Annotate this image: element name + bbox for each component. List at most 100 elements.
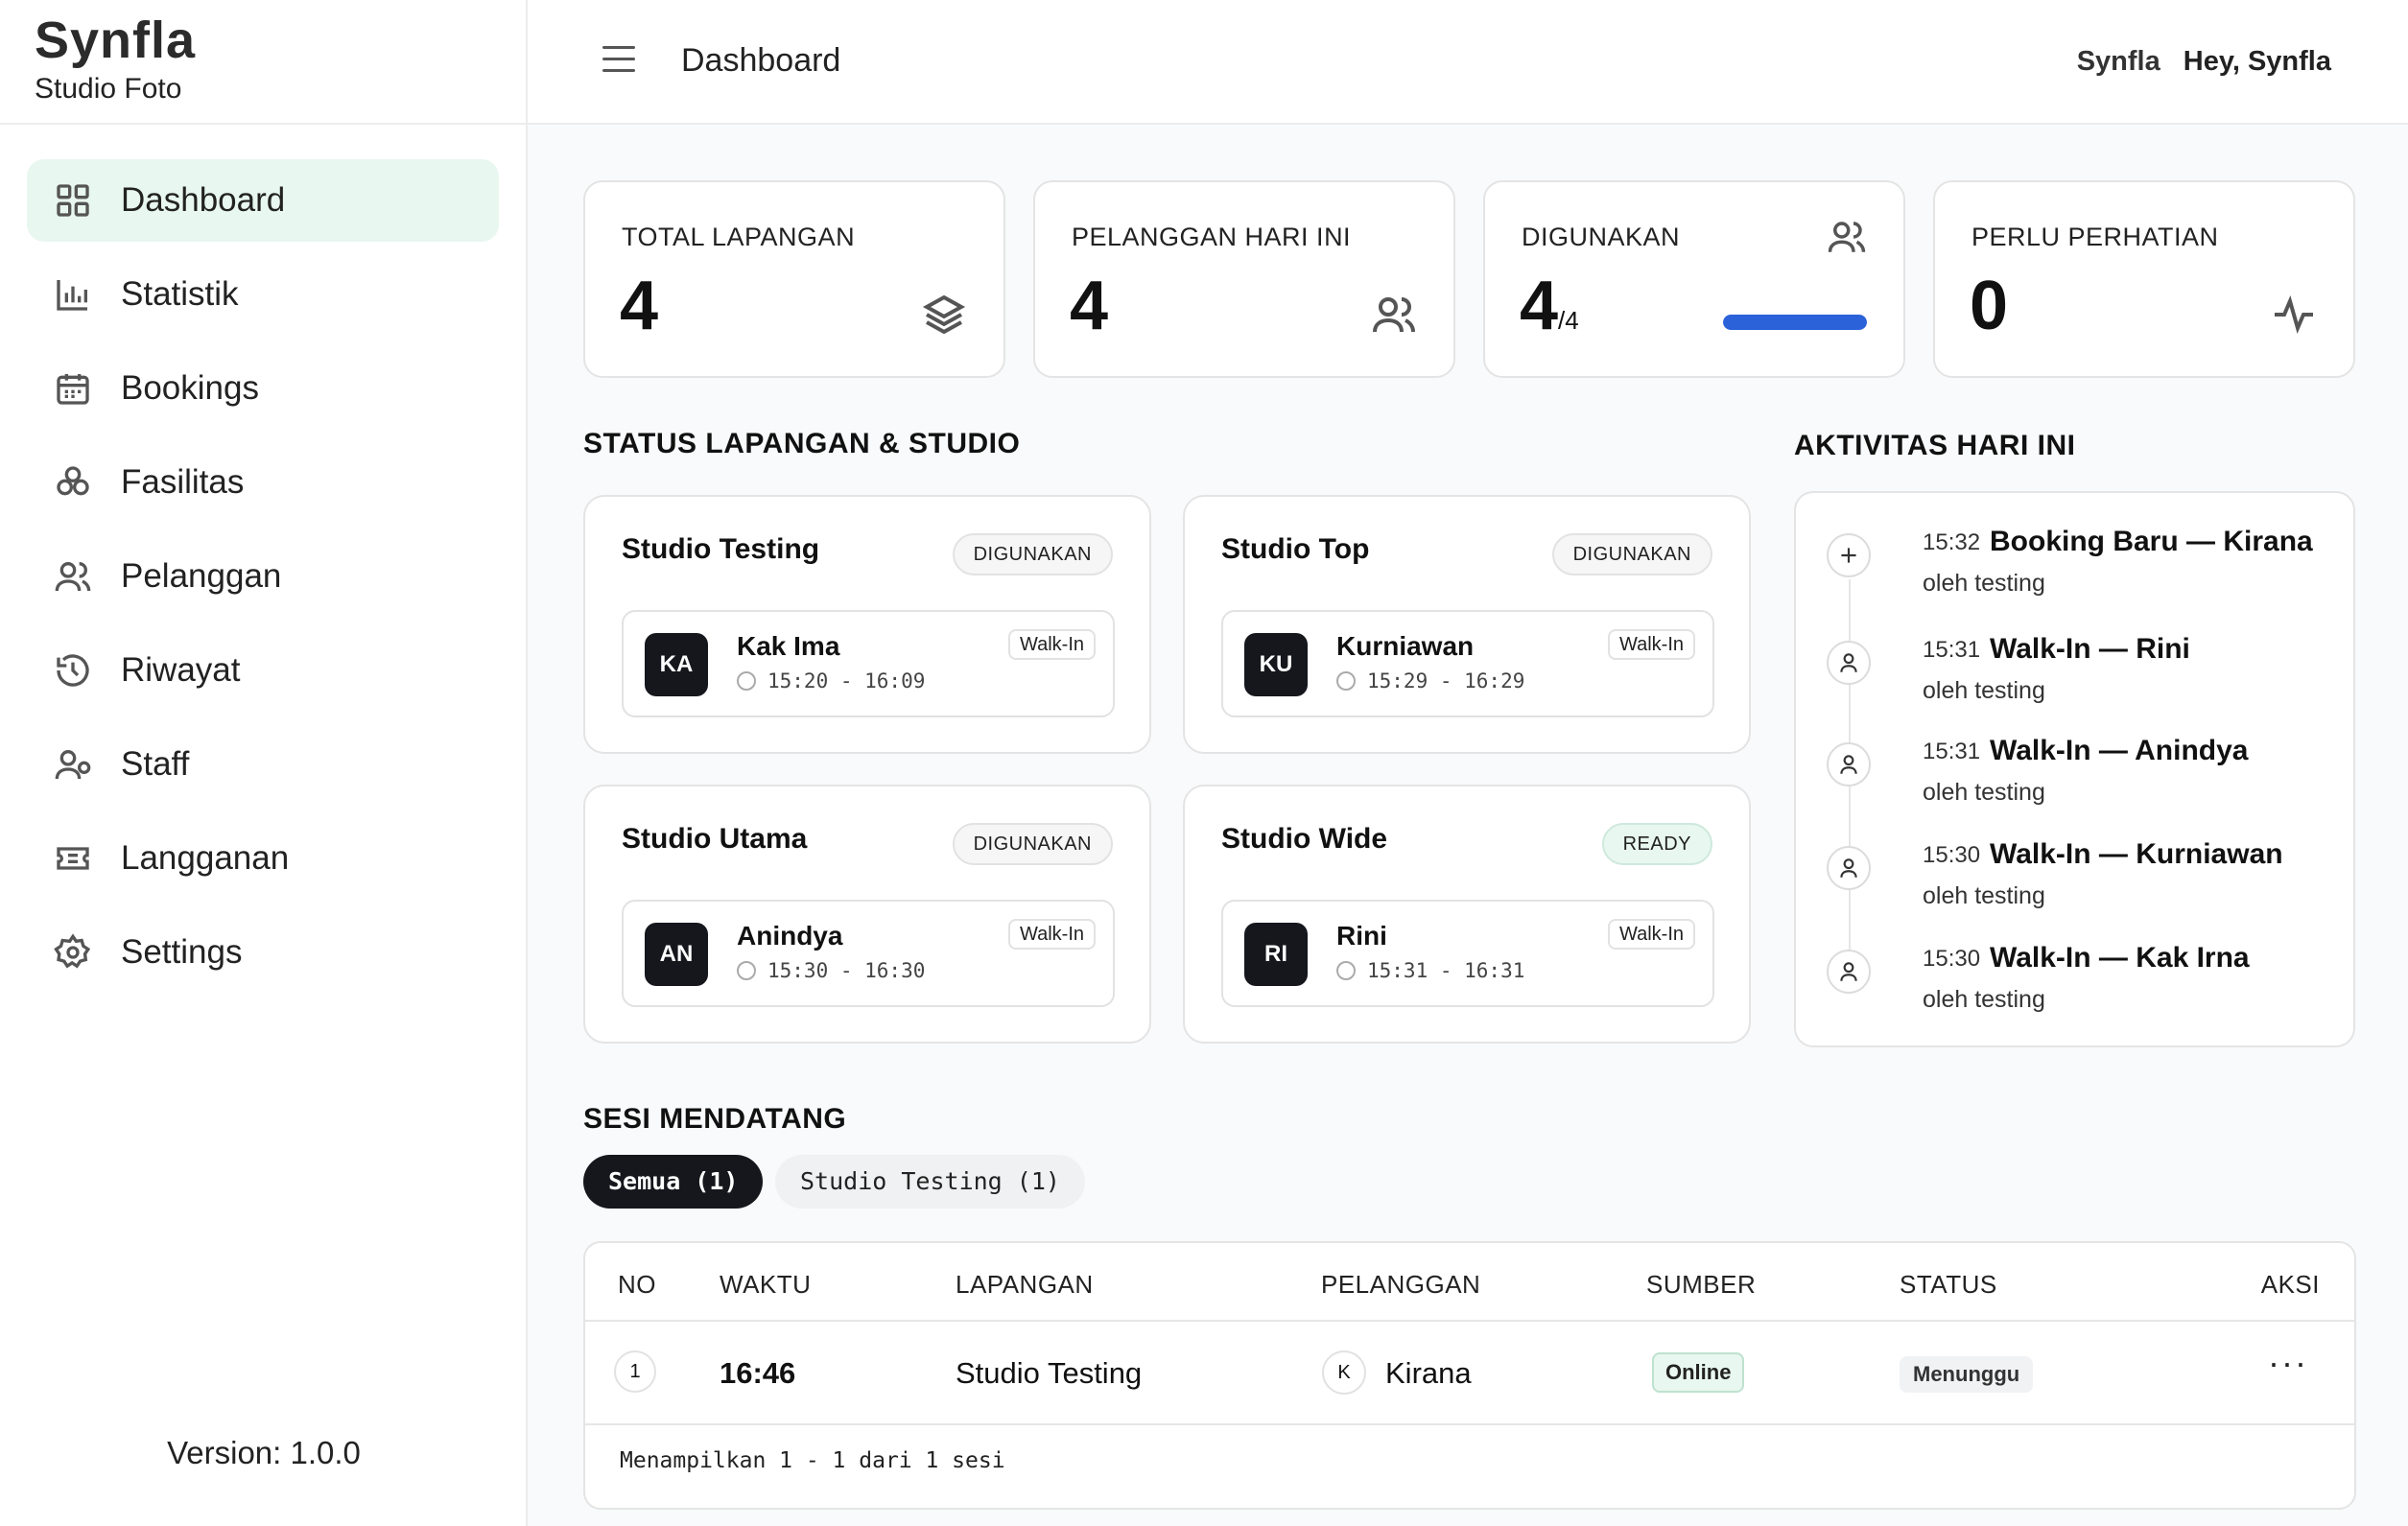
studio-card[interactable]: Studio Utama DIGUNAKAN AN Anindya 15:30 … [583,785,1151,1044]
sidebar-item-label: Statistik [121,275,239,313]
booking-time-text: 15:29 - 16:29 [1367,669,1525,693]
menu-toggle-icon[interactable] [602,46,635,75]
stat-value-total: /4 [1558,306,1579,335]
stat-label: DIGUNAKAN [1522,223,1681,251]
stat-card-total-lapangan: TOTAL LAPANGAN 4 [583,180,1005,378]
customer-name: Kak Ima [737,631,840,661]
column-header: LAPANGAN [956,1270,1094,1299]
clock-icon [1336,961,1356,980]
sidebar-item-dashboard[interactable]: Dashboard [27,159,499,242]
activity-by: oleh testing [1923,677,2045,704]
sessions-table: NO WAKTU LAPANGAN PELANGGAN SUMBER STATU… [583,1241,2356,1510]
user-icon [1827,641,1871,685]
gear-icon [54,933,92,972]
bar-chart-icon [54,275,92,314]
activity-time: 15:31 [1923,739,1981,764]
avatar: RI [1244,923,1308,986]
stat-value-number: 4 [1520,268,1559,344]
activity-title: Walk-In — Kak Irna [1990,942,2250,974]
brand: Synfla Studio Foto [0,0,526,125]
sessions-section-title: SESI MENDATANG [583,1103,847,1135]
user-greeting[interactable]: Synfla Hey, Synfla [2077,46,2331,78]
booking-time-text: 15:30 - 16:30 [767,959,926,982]
sidebar-item-bookings[interactable]: Bookings [27,347,499,430]
status-badge: DIGUNAKAN [952,533,1113,575]
studio-card[interactable]: Studio Top DIGUNAKAN KU Kurniawan 15:29 … [1183,495,1751,754]
usage-progress-fill [1723,315,1867,330]
activity-title: Walk-In — Kurniawan [1990,838,2283,870]
users-icon [1371,292,1417,338]
grid-icon [54,181,92,220]
sidebar-item-staff[interactable]: Staff [27,723,499,806]
sidebar-item-label: Staff [121,745,190,783]
usage-progress-bar [1723,315,1867,330]
booking-time: 15:29 - 16:29 [1336,669,1524,693]
booking-time-text: 15:20 - 16:09 [767,669,926,693]
stat-label: PERLU PERHATIAN [1971,223,2219,251]
studio-name: Studio Testing [622,533,820,565]
session-time: 16:46 [720,1356,796,1390]
source-tag: Walk-In [1007,919,1096,950]
sidebar-item-settings[interactable]: Settings [27,911,499,994]
status-section-title: STATUS LAPANGAN & STUDIO [583,428,1021,459]
avatar: AN [645,923,708,986]
brand-logo[interactable]: Synfla [35,12,526,69]
user-icon [1827,742,1871,786]
user-icon [1827,950,1871,994]
tab-studio-testing[interactable]: Studio Testing (1) [775,1155,1085,1209]
activity-title: Walk-In — Rini [1990,633,2190,665]
sidebar-item-label: Langganan [121,839,290,877]
brand-subtitle: Studio Foto [35,73,182,105]
row-divider [585,1423,2354,1425]
session-field: Studio Testing [956,1356,1143,1390]
customer-name: Rini [1336,921,1387,951]
activity-by: oleh testing [1923,882,2045,909]
column-header: AKSI [2260,1270,2320,1299]
sidebar-item-langganan[interactable]: Langganan [27,817,499,900]
tab-semua[interactable]: Semua (1) [583,1155,764,1209]
activity-title: Booking Baru — Kirana [1990,526,2313,557]
booking-time: 15:20 - 16:09 [737,669,925,693]
app-version: Version: 1.0.0 [167,1435,361,1470]
clock-icon [737,671,756,691]
stat-card-digunakan: DIGUNAKAN 4/4 [1483,180,1905,378]
booking-time: 15:31 - 16:31 [1336,959,1524,982]
activity-time: 15:32 [1923,529,1981,555]
avatar: KU [1244,633,1308,696]
source-tag: Walk-In [1607,919,1695,950]
current-booking[interactable]: KA Kak Ima 15:20 - 16:09 Walk-In [622,610,1115,717]
greeting-text: Hey, Synfla [2183,46,2331,77]
sidebar-item-fasilitas[interactable]: Fasilitas [27,441,499,524]
layers-icon [921,292,967,338]
calendar-icon [54,369,92,408]
stat-card-pelanggan-hari-ini: PELANGGAN HARI INI 4 [1033,180,1455,378]
studio-card[interactable]: Studio Wide READY RI Rini 15:31 - 16:31 … [1183,785,1751,1044]
sidebar-item-label: Bookings [121,369,259,407]
sidebar-item-riwayat[interactable]: Riwayat [27,629,499,712]
plus-icon [1827,533,1871,577]
table-footer: Menampilkan 1 - 1 dari 1 sesi [620,1448,1005,1473]
current-booking[interactable]: RI Rini 15:31 - 16:31 Walk-In [1221,900,1714,1007]
studio-card[interactable]: Studio Testing DIGUNAKAN KA Kak Ima 15:2… [583,495,1151,754]
customer-name: Kurniawan [1336,631,1475,661]
column-header: SUMBER [1646,1270,1757,1299]
more-actions-icon[interactable]: ··· [2268,1343,2308,1383]
status-badge: DIGUNAKAN [952,823,1113,865]
stat-value: 4 [1070,268,1109,344]
activity-time: 15:30 [1923,842,1981,868]
studio-name: Studio Top [1221,533,1370,565]
activity-title: Walk-In — Anindya [1990,735,2249,766]
sidebar-item-label: Dashboard [121,181,286,219]
current-booking[interactable]: AN Anindya 15:30 - 16:30 Walk-In [622,900,1115,1007]
history-icon [54,651,92,690]
current-booking[interactable]: KU Kurniawan 15:29 - 16:29 Walk-In [1221,610,1714,717]
stat-value: 4 [620,268,659,344]
sidebar-item-statistik[interactable]: Statistik [27,253,499,336]
sidebar: Synfla Studio Foto Dashboard Statistik B… [0,0,528,1526]
page-title: Dashboard [681,42,841,79]
column-header: STATUS [1900,1270,1997,1299]
sidebar-item-pelanggan[interactable]: Pelanggan [27,535,499,618]
cubes-icon [54,463,92,502]
stat-value: 4/4 [1520,267,1579,345]
column-header: NO [618,1270,656,1299]
